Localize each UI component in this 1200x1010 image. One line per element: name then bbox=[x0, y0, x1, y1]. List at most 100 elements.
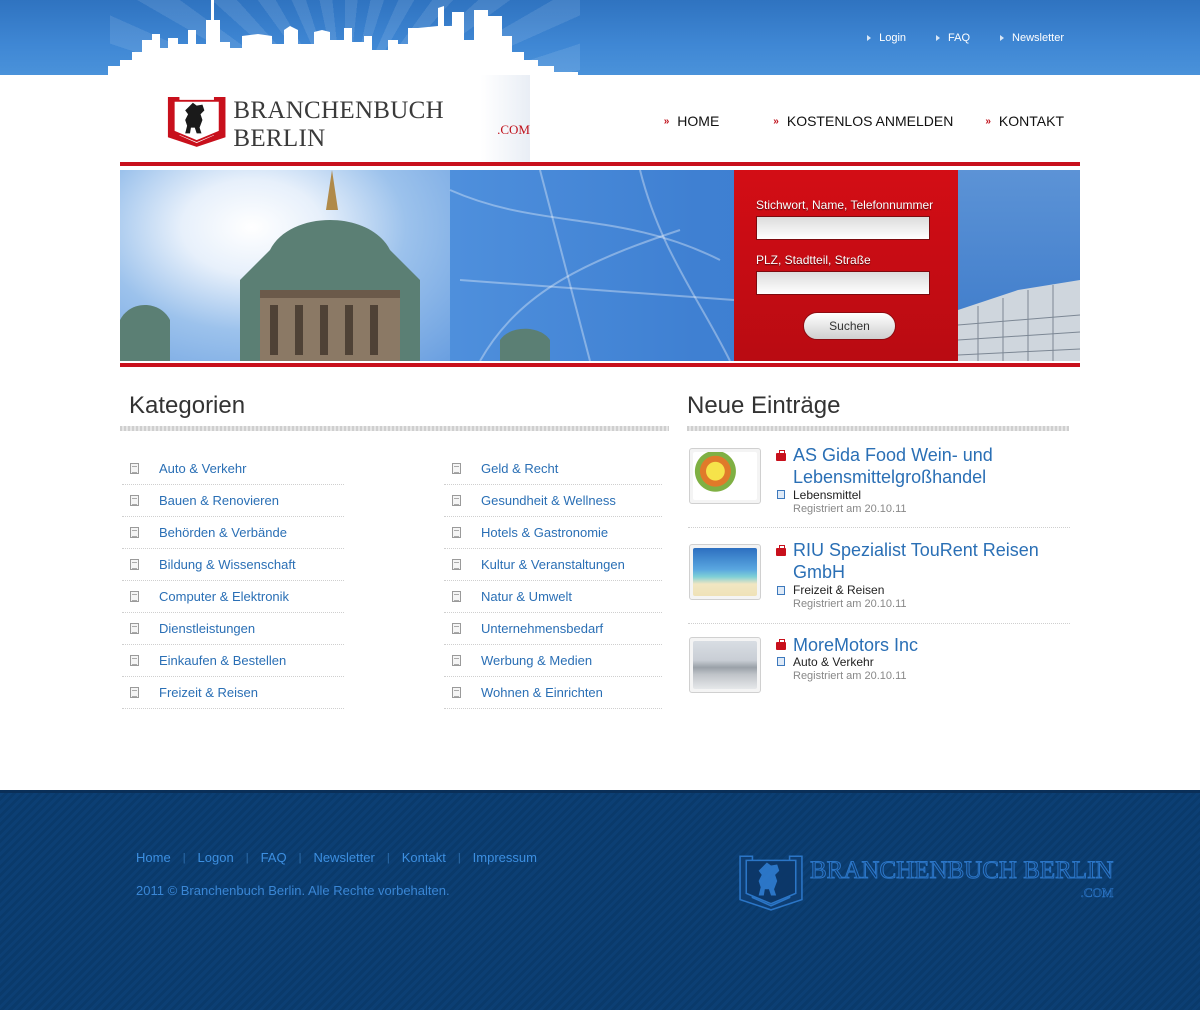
document-icon bbox=[130, 687, 139, 698]
top-links: Login FAQ Newsletter bbox=[867, 32, 1064, 44]
document-icon bbox=[130, 591, 139, 602]
document-icon bbox=[130, 463, 139, 474]
entry-title[interactable]: MoreMotors Inc bbox=[793, 634, 918, 656]
new-entries-title: Neue Einträge bbox=[687, 392, 841, 419]
office-building-photo bbox=[957, 170, 1080, 361]
arrow-icon bbox=[867, 35, 872, 41]
footer-link-impressum[interactable]: Impressum bbox=[473, 850, 537, 865]
top-banner: Login FAQ Newsletter bbox=[0, 0, 1200, 75]
double-chevron-icon: » bbox=[773, 115, 778, 127]
food-photo-icon bbox=[693, 452, 757, 500]
category-item[interactable]: Natur & Umwelt bbox=[444, 581, 662, 613]
double-chevron-icon: » bbox=[663, 115, 669, 127]
briefcase-icon bbox=[776, 450, 786, 461]
footer-link-home[interactable]: Home bbox=[136, 850, 171, 865]
entry-item[interactable]: MoreMotors Inc Auto & Verkehr Registrier… bbox=[688, 634, 1070, 697]
category-item[interactable]: Einkaufen & Bestellen bbox=[122, 645, 344, 677]
category-item[interactable]: Gesundheit & Wellness bbox=[444, 485, 662, 517]
document-icon bbox=[777, 586, 785, 595]
site-footer: Home | Logon | FAQ | Newsletter | Kontak… bbox=[0, 790, 1200, 1010]
category-item[interactable]: Werbung & Medien bbox=[444, 645, 662, 677]
entry-category: Lebensmittel bbox=[793, 488, 862, 502]
berlin-bear-shield-icon bbox=[739, 855, 803, 911]
arrow-icon bbox=[1000, 35, 1005, 41]
car-photo-icon bbox=[693, 641, 757, 689]
category-item[interactable]: Dienstleistungen bbox=[122, 613, 344, 645]
category-item[interactable]: Wohnen & Einrichten bbox=[444, 677, 662, 709]
category-item[interactable]: Bildung & Wissenschaft bbox=[122, 549, 344, 581]
arrow-icon bbox=[936, 35, 941, 41]
double-chevron-icon: » bbox=[985, 115, 990, 127]
document-icon bbox=[130, 495, 139, 506]
cathedral-photo bbox=[120, 170, 550, 361]
category-item[interactable]: Bauen & Renovieren bbox=[122, 485, 344, 517]
category-item[interactable]: Auto & Verkehr bbox=[122, 453, 344, 485]
header-divider bbox=[120, 162, 1080, 166]
category-item[interactable]: Freizeit & Reisen bbox=[122, 677, 344, 709]
category-item[interactable]: Unternehmensbedarf bbox=[444, 613, 662, 645]
location-label: PLZ, Stadtteil, Straße bbox=[756, 253, 871, 267]
top-link-newsletter[interactable]: Newsletter bbox=[1000, 32, 1064, 44]
logo-wordmark: BRANCHENBUCH BERLIN bbox=[233, 97, 444, 152]
nav-kontakt[interactable]: » KONTAKT bbox=[985, 113, 1064, 129]
entry-title[interactable]: RIU Spezialist TouRent Reisen GmbH bbox=[793, 539, 1039, 583]
main-navigation: » HOME » KOSTENLOS ANMELDEN » KONTAKT bbox=[632, 113, 1064, 129]
entry-item[interactable]: RIU Spezialist TouRent Reisen GmbH Freize… bbox=[688, 540, 1070, 624]
footer-link-logon[interactable]: Logon bbox=[198, 850, 234, 865]
entry-thumbnail bbox=[689, 544, 761, 600]
category-item[interactable]: Behörden & Verbände bbox=[122, 517, 344, 549]
footer-navigation: Home | Logon | FAQ | Newsletter | Kontak… bbox=[136, 850, 537, 865]
entry-thumbnail bbox=[689, 448, 761, 504]
berlin-skyline-graphic bbox=[108, 0, 578, 75]
footer-link-newsletter[interactable]: Newsletter bbox=[313, 850, 374, 865]
entry-date: Registriert am 20.10.11 bbox=[793, 503, 907, 515]
entry-thumbnail bbox=[689, 637, 761, 693]
document-icon bbox=[777, 657, 785, 666]
document-icon bbox=[130, 527, 139, 538]
nav-home[interactable]: » HOME bbox=[664, 113, 720, 129]
berlin-bear-shield-icon bbox=[167, 96, 226, 147]
top-link-login[interactable]: Login bbox=[867, 32, 906, 44]
entry-date: Registriert am 20.10.11 bbox=[793, 598, 907, 610]
document-icon bbox=[452, 687, 461, 698]
entry-date: Registriert am 20.10.11 bbox=[793, 670, 907, 682]
hero-banner: Stichwort, Name, Telefonnummer PLZ, Stad… bbox=[120, 170, 1080, 361]
briefcase-icon bbox=[776, 639, 786, 650]
document-icon bbox=[452, 495, 461, 506]
document-icon bbox=[452, 591, 461, 602]
banner-divider bbox=[120, 363, 1080, 367]
document-icon bbox=[130, 559, 139, 570]
top-link-faq[interactable]: FAQ bbox=[936, 32, 970, 44]
keyword-input[interactable] bbox=[756, 216, 930, 240]
site-header: BRANCHENBUCH BERLIN .COM » HOME » KOSTENLO… bbox=[120, 75, 1080, 163]
footer-link-faq[interactable]: FAQ bbox=[261, 850, 287, 865]
footer-logo-suffix: .COM bbox=[1080, 885, 1114, 901]
document-icon bbox=[452, 655, 461, 666]
footer-link-kontakt[interactable]: Kontakt bbox=[402, 850, 446, 865]
entry-category: Freizeit & Reisen bbox=[793, 583, 885, 597]
category-item[interactable]: Hotels & Gastronomie bbox=[444, 517, 662, 549]
copyright-text: 2011 © Branchenbuch Berlin. Alle Rechte … bbox=[136, 883, 450, 898]
location-input[interactable] bbox=[756, 271, 930, 295]
document-icon bbox=[452, 623, 461, 634]
new-entries-rule bbox=[687, 426, 1069, 431]
document-icon bbox=[130, 623, 139, 634]
footer-logo-wordmark: BRANCHENBUCH BERLIN bbox=[810, 857, 1114, 885]
entry-category: Auto & Verkehr bbox=[793, 655, 874, 669]
logo-panel: BRANCHENBUCH BERLIN .COM bbox=[120, 75, 530, 163]
footer-logo: BRANCHENBUCH BERLIN .COM bbox=[738, 851, 1114, 911]
search-button[interactable]: Suchen bbox=[803, 312, 896, 340]
document-icon bbox=[777, 490, 785, 499]
site-logo[interactable]: BRANCHENBUCH BERLIN .COM bbox=[166, 92, 530, 153]
category-list-right: Geld & Recht Gesundheit & Wellness Hotel… bbox=[444, 453, 662, 709]
search-panel: Stichwort, Name, Telefonnummer PLZ, Stad… bbox=[734, 170, 958, 361]
category-item[interactable]: Computer & Elektronik bbox=[122, 581, 344, 613]
briefcase-icon bbox=[776, 545, 786, 556]
categories-title: Kategorien bbox=[129, 392, 246, 419]
nav-kostenlos-anmelden[interactable]: » KOSTENLOS ANMELDEN bbox=[773, 113, 953, 129]
category-item[interactable]: Geld & Recht bbox=[444, 453, 662, 485]
entry-title[interactable]: AS Gida Food Wein- und Lebensmittelgroßha… bbox=[793, 444, 993, 488]
entry-item[interactable]: AS Gida Food Wein- und Lebensmittelgroßha… bbox=[688, 445, 1070, 528]
document-icon bbox=[452, 463, 461, 474]
category-item[interactable]: Kultur & Veranstaltungen bbox=[444, 549, 662, 581]
